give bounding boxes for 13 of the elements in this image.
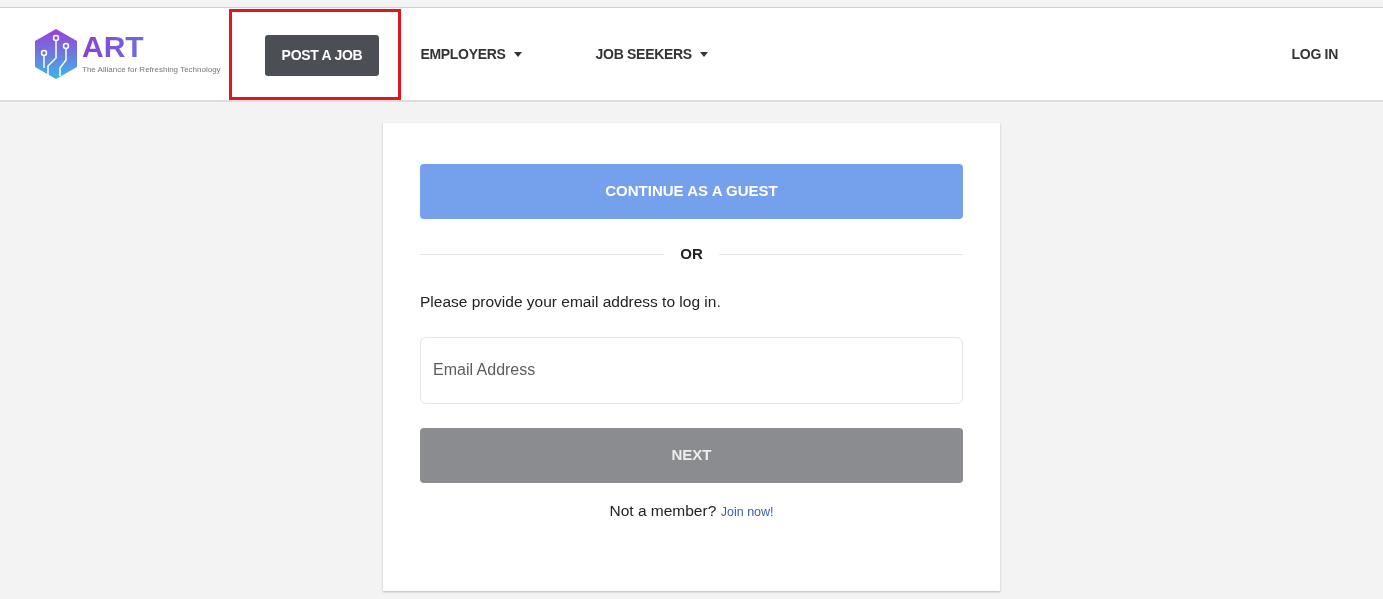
signup-text: Not a member?: [609, 501, 717, 519]
login-link[interactable]: LOG IN: [1274, 33, 1355, 75]
nav-dropdown[interactable]: JOB SEEKERS: [578, 33, 725, 75]
join-link[interactable]: Join now!: [720, 504, 774, 519]
prompt-text: Please provide your email address to log in.: [420, 291, 722, 312]
logo-tagline: The Alliance for Refreshing Technology: [82, 64, 221, 76]
caret-icon: [513, 52, 522, 58]
caret-icon: [699, 52, 708, 58]
post-job-button[interactable]: POST A JOB: [264, 34, 380, 76]
logo-icon: [34, 28, 78, 80]
email-field[interactable]: Email Address: [420, 336, 963, 404]
divider-text: OR: [680, 244, 703, 264]
nav-dropdown[interactable]: EMPLOYERS: [403, 33, 539, 75]
